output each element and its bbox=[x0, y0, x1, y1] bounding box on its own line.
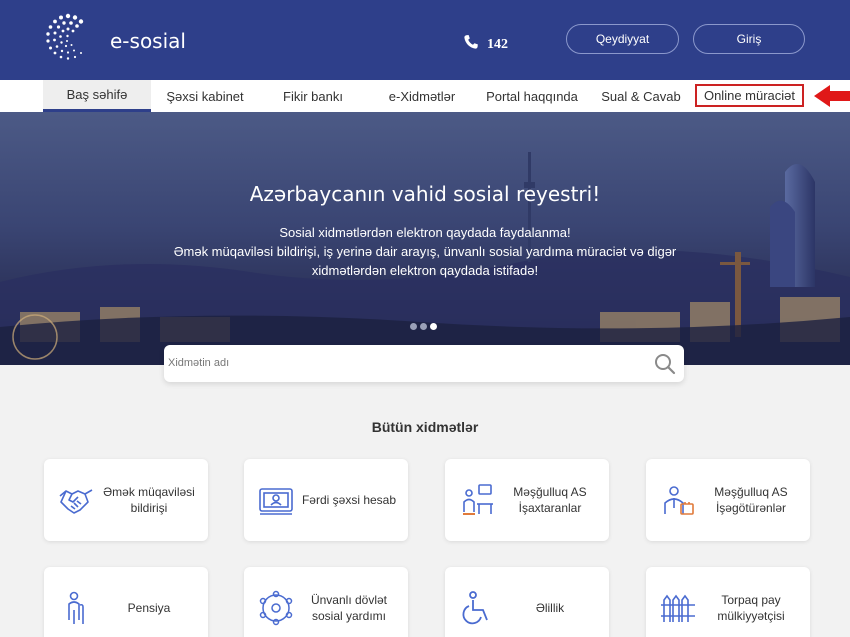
login-button[interactable]: Giriş bbox=[693, 24, 805, 54]
service-label: Məşğulluq AS İşəgötürənlər bbox=[714, 485, 788, 515]
carousel-dot[interactable] bbox=[410, 323, 417, 330]
phone-icon bbox=[464, 35, 478, 49]
main-nav: Baş səhifə Şəxsi kabinet Fikir bankı e-X… bbox=[0, 80, 850, 112]
service-label: Ünvanlı dövlət sosial yardımı bbox=[310, 593, 388, 623]
carousel-dot-active[interactable] bbox=[430, 323, 437, 330]
service-label: Məşğulluq AS İşaxtaranlar bbox=[513, 485, 587, 515]
service-card-employers[interactable]: Məşğulluq AS İşəgötürənlər bbox=[646, 459, 810, 541]
nav-item-personal-cabinet[interactable]: Şəxsi kabinet bbox=[151, 80, 259, 112]
hotline-number[interactable]: 142 bbox=[487, 37, 508, 53]
fence-icon bbox=[661, 594, 695, 622]
hero-banner: Azərbaycanın vahid sosial reyestri! Sosi… bbox=[0, 112, 850, 365]
nav-item-idea-bank[interactable]: Fikir bankı bbox=[259, 80, 367, 112]
service-card-personal-account[interactable]: Fərdi şəxsi hesab bbox=[244, 459, 408, 541]
nav-item-faq[interactable]: Sual & Cavab bbox=[587, 80, 695, 112]
search-bar bbox=[164, 345, 684, 382]
employer-icon bbox=[664, 486, 694, 515]
hero-subtitle-line-3: xidmətlərdən elektron qaydada istifadə! bbox=[311, 263, 539, 278]
social-network-icon bbox=[259, 590, 293, 626]
service-label: Pensiya bbox=[127, 601, 171, 615]
carousel-dot[interactable] bbox=[420, 323, 427, 330]
services-title: Bütün xidmətlər bbox=[371, 419, 479, 435]
service-label: Fərdi şəxsi hesab bbox=[301, 493, 397, 507]
service-label: Torpaq pay mülkiyyətçisi bbox=[717, 593, 785, 623]
search-icon[interactable] bbox=[654, 353, 676, 375]
site-header: e-sosial 142 Qeydiyyat Giriş bbox=[0, 0, 850, 80]
job-seeker-icon bbox=[463, 484, 493, 515]
nav-item-portal-about[interactable]: Portal haqqında bbox=[477, 80, 587, 112]
service-label: Əmək müqaviləsi bildirişi bbox=[103, 485, 195, 515]
logo-text[interactable]: e-sosial bbox=[110, 29, 186, 53]
nav-item-online-request[interactable]: Online müraciət bbox=[695, 84, 804, 107]
nav-item-home[interactable]: Baş səhifə bbox=[43, 80, 151, 112]
service-card-job-seekers[interactable]: Məşğulluq AS İşaxtaranlar bbox=[445, 459, 609, 541]
red-arrow-icon bbox=[814, 85, 850, 107]
service-card-labor-contract[interactable]: Əmək müqaviləsi bildirişi bbox=[44, 459, 208, 541]
carousel-dots bbox=[410, 323, 437, 330]
register-button[interactable]: Qeydiyyat bbox=[566, 24, 679, 54]
nav-item-e-services[interactable]: e-Xidmətlər bbox=[367, 80, 477, 112]
service-card-land-owner[interactable]: Torpaq pay mülkiyyətçisi bbox=[646, 567, 810, 637]
service-label: Əlillik bbox=[535, 601, 565, 615]
service-card-social-assistance[interactable]: Ünvanlı dövlət sosial yardımı bbox=[244, 567, 408, 637]
handshake-icon bbox=[59, 489, 93, 514]
wheelchair-icon bbox=[462, 591, 488, 625]
id-card-icon bbox=[259, 488, 293, 515]
hero-title: Azərbaycanın vahid sosial reyestri! bbox=[249, 182, 601, 206]
service-card-pension[interactable]: Pensiya bbox=[44, 567, 208, 637]
search-input[interactable] bbox=[168, 353, 638, 373]
logo-icon[interactable] bbox=[44, 12, 92, 62]
service-card-disability[interactable]: Əlillik bbox=[445, 567, 609, 637]
hero-subtitle-line-1: Sosial xidmətlərdən elektron qaydada fay… bbox=[279, 225, 571, 240]
hero-subtitle-line-2: Əmək müqaviləsi bildirişi, iş yerinə dai… bbox=[173, 244, 677, 259]
elderly-person-icon bbox=[68, 591, 84, 624]
